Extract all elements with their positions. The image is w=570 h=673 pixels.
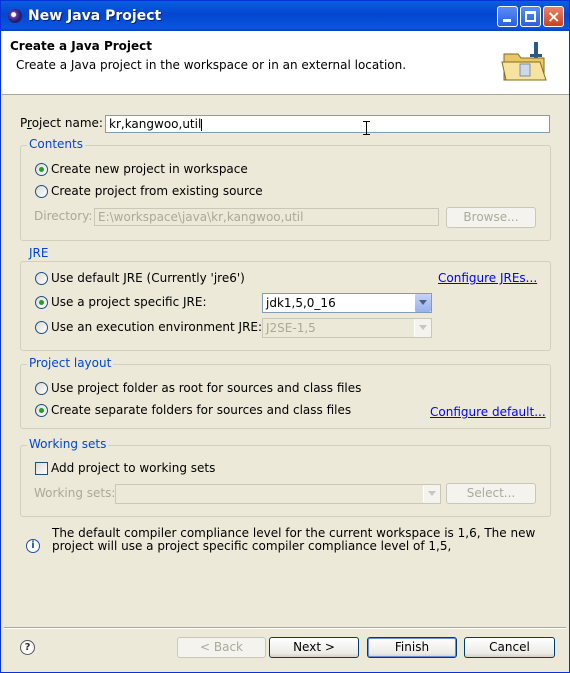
bottom-separator xyxy=(4,627,566,629)
default-jre-radio[interactable] xyxy=(35,272,48,285)
java-project-folder-icon xyxy=(501,42,547,81)
project-name-input[interactable]: kr,kangwoo,util xyxy=(105,115,550,133)
working-sets-group xyxy=(20,445,551,517)
window-title: New Java Project xyxy=(28,8,162,24)
project-name-label: Project name: xyxy=(20,116,103,130)
finish-button[interactable]: Finish xyxy=(367,637,457,658)
close-button[interactable]: × xyxy=(543,6,564,27)
browse-button[interactable]: Browse... xyxy=(446,207,536,228)
chevron-down-icon xyxy=(419,325,427,330)
specific-jre-label[interactable]: Use a project specific JRE: xyxy=(51,295,207,309)
create-new-project-radio[interactable] xyxy=(35,163,48,176)
execution-env-label[interactable]: Use an execution environment JRE: xyxy=(51,320,262,334)
title-bar[interactable]: New Java Project × xyxy=(1,1,569,31)
create-new-project-label[interactable]: Create new project in workspace xyxy=(51,162,248,176)
create-from-existing-label[interactable]: Create project from existing source xyxy=(51,184,263,198)
directory-label: Directory: xyxy=(34,209,93,223)
close-icon: × xyxy=(547,7,561,26)
new-java-project-window: New Java Project × Create a Java Project… xyxy=(0,0,570,673)
specific-jre-radio[interactable] xyxy=(35,296,48,309)
create-from-existing-radio[interactable] xyxy=(35,185,48,198)
eclipse-icon xyxy=(8,9,22,23)
project-root-label[interactable]: Use project folder as root for sources a… xyxy=(51,381,361,395)
next-button[interactable]: Next > xyxy=(269,637,359,658)
info-message-line1: The default compiler compliance level fo… xyxy=(52,526,536,540)
text-cursor-icon xyxy=(363,121,370,135)
header-subtitle: Create a Java project in the workspace o… xyxy=(16,58,407,72)
working-sets-select[interactable] xyxy=(115,484,441,504)
configure-default-link[interactable]: Configure default... xyxy=(430,405,546,419)
specific-jre-value: jdk1,5,0_16 xyxy=(266,296,336,310)
directory-input[interactable]: E:\workspace\java\kr,kangwoo,util xyxy=(94,208,439,226)
working-sets-label: Working sets: xyxy=(34,486,116,500)
header-title: Create a Java Project xyxy=(10,39,153,53)
help-icon[interactable]: ? xyxy=(20,640,35,655)
execution-env-select[interactable]: J2SE-1,5 xyxy=(262,318,432,338)
project-layout-group xyxy=(20,364,551,429)
separate-folders-radio[interactable] xyxy=(35,404,48,417)
minimize-button[interactable] xyxy=(497,6,518,27)
specific-jre-select[interactable]: jdk1,5,0_16 xyxy=(262,293,432,313)
execution-env-value: J2SE-1,5 xyxy=(266,321,316,335)
chevron-down-icon xyxy=(419,300,427,305)
select-button[interactable]: Select... xyxy=(446,483,536,504)
maximize-button[interactable] xyxy=(520,6,541,27)
execution-env-dropdown-button[interactable] xyxy=(414,319,431,337)
separate-folders-label[interactable]: Create separate folders for sources and … xyxy=(51,403,351,417)
project-layout-group-title: Project layout xyxy=(27,356,114,370)
default-jre-label[interactable]: Use default JRE (Currently 'jre6') xyxy=(51,271,245,285)
specific-jre-dropdown-button[interactable] xyxy=(414,294,431,312)
project-root-radio[interactable] xyxy=(35,382,48,395)
execution-env-radio[interactable] xyxy=(35,321,48,334)
add-to-working-sets-checkbox[interactable] xyxy=(35,462,48,475)
add-to-working-sets-label[interactable]: Add project to working sets xyxy=(51,461,215,475)
chevron-down-icon xyxy=(428,491,436,496)
maximize-icon xyxy=(525,11,536,22)
info-message-line2: project will use a project specific comp… xyxy=(52,539,452,553)
configure-jres-link[interactable]: Configure JREs... xyxy=(438,271,537,285)
info-icon: i xyxy=(26,539,40,553)
cancel-button[interactable]: Cancel xyxy=(464,637,555,658)
jre-group-title: JRE xyxy=(27,246,51,260)
working-sets-dropdown-button[interactable] xyxy=(423,485,440,503)
minimize-icon xyxy=(503,19,511,22)
wizard-header: Create a Java Project Create a Java proj… xyxy=(2,31,569,95)
contents-group-title: Contents xyxy=(27,137,85,151)
working-sets-group-title: Working sets xyxy=(27,437,109,451)
back-button[interactable]: < Back xyxy=(177,637,266,658)
